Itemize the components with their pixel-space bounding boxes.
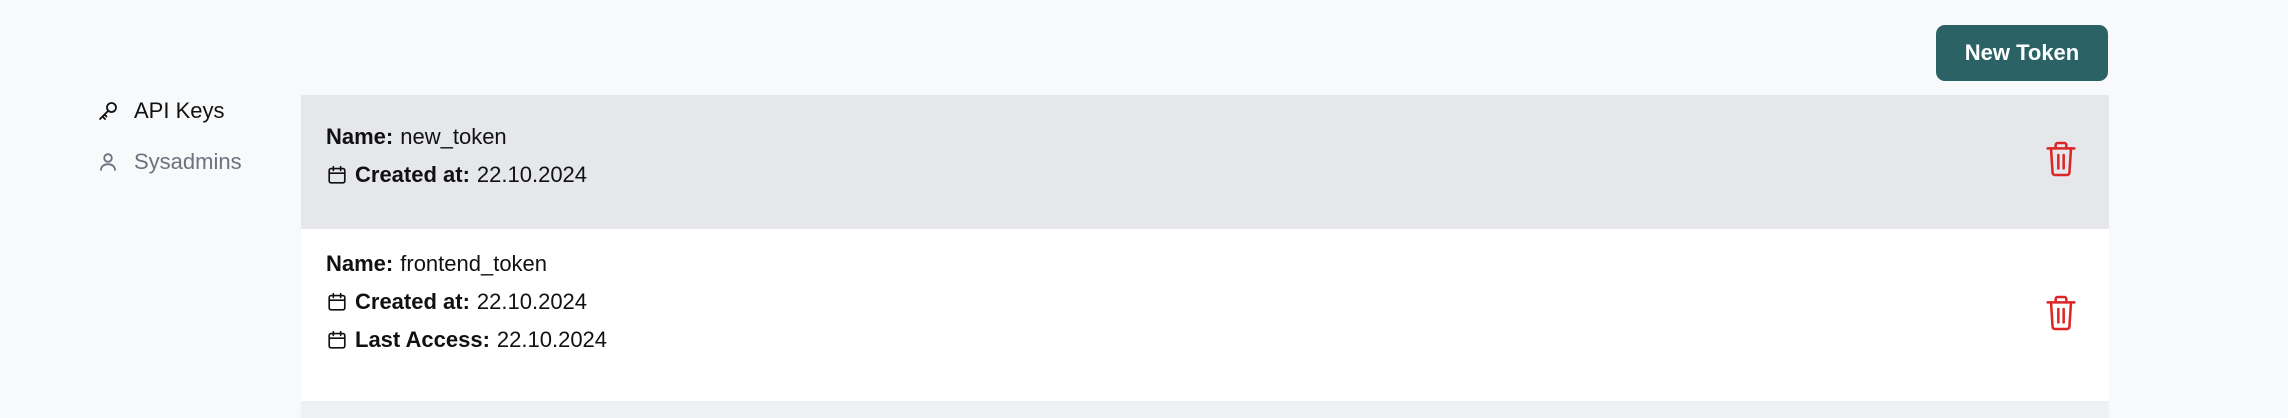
sidebar-item-sysadmins[interactable]: Sysadmins [96,145,296,179]
sidebar-item-api-keys[interactable]: API Keys [96,94,296,128]
calendar-icon [326,291,348,313]
token-row: Name: frontend_token Created at: 22.10.2… [301,229,2109,401]
api-keys-page: New Token API Keys Sysadmins Name: new_t… [0,0,2288,418]
calendar-icon [326,329,348,351]
trash-icon [2045,294,2077,337]
created-label: Created at: [355,162,470,187]
token-created-line: Created at: 22.10.2024 [326,283,2084,321]
delete-token-button[interactable] [2043,295,2079,335]
key-icon [96,99,120,123]
name-label: Name: [326,251,394,276]
token-last-access-line: Last Access: 22.10.2024 [326,321,2084,359]
last-access-date: 22.10.2024 [496,327,608,352]
token-created-line: Created at: 22.10.2024 [326,156,2084,194]
delete-token-button[interactable] [2043,141,2079,181]
token-name-line: Name: new_token [326,118,2084,156]
token-row: Name: new_token Created at: 22.10.2024 [301,95,2109,229]
sidebar-item-label: API Keys [134,98,225,123]
sidebar-item-label: Sysadmins [134,149,242,174]
user-icon [96,150,120,174]
created-label: Created at: [355,289,470,314]
token-name: new_token [400,124,507,149]
last-access-label: Last Access: [355,327,490,352]
token-name-line: Name: frontend_token [326,245,2084,283]
calendar-icon [326,164,348,186]
token-name: frontend_token [400,251,548,276]
trash-icon [2045,140,2077,183]
created-date: 22.10.2024 [476,289,588,314]
token-row [301,401,2109,418]
created-date: 22.10.2024 [476,162,588,187]
token-list: Name: new_token Created at: 22.10.2024 N… [301,95,2109,418]
name-label: Name: [326,124,394,149]
new-token-button[interactable]: New Token [1936,25,2108,81]
sidebar: API Keys Sysadmins [96,94,296,196]
